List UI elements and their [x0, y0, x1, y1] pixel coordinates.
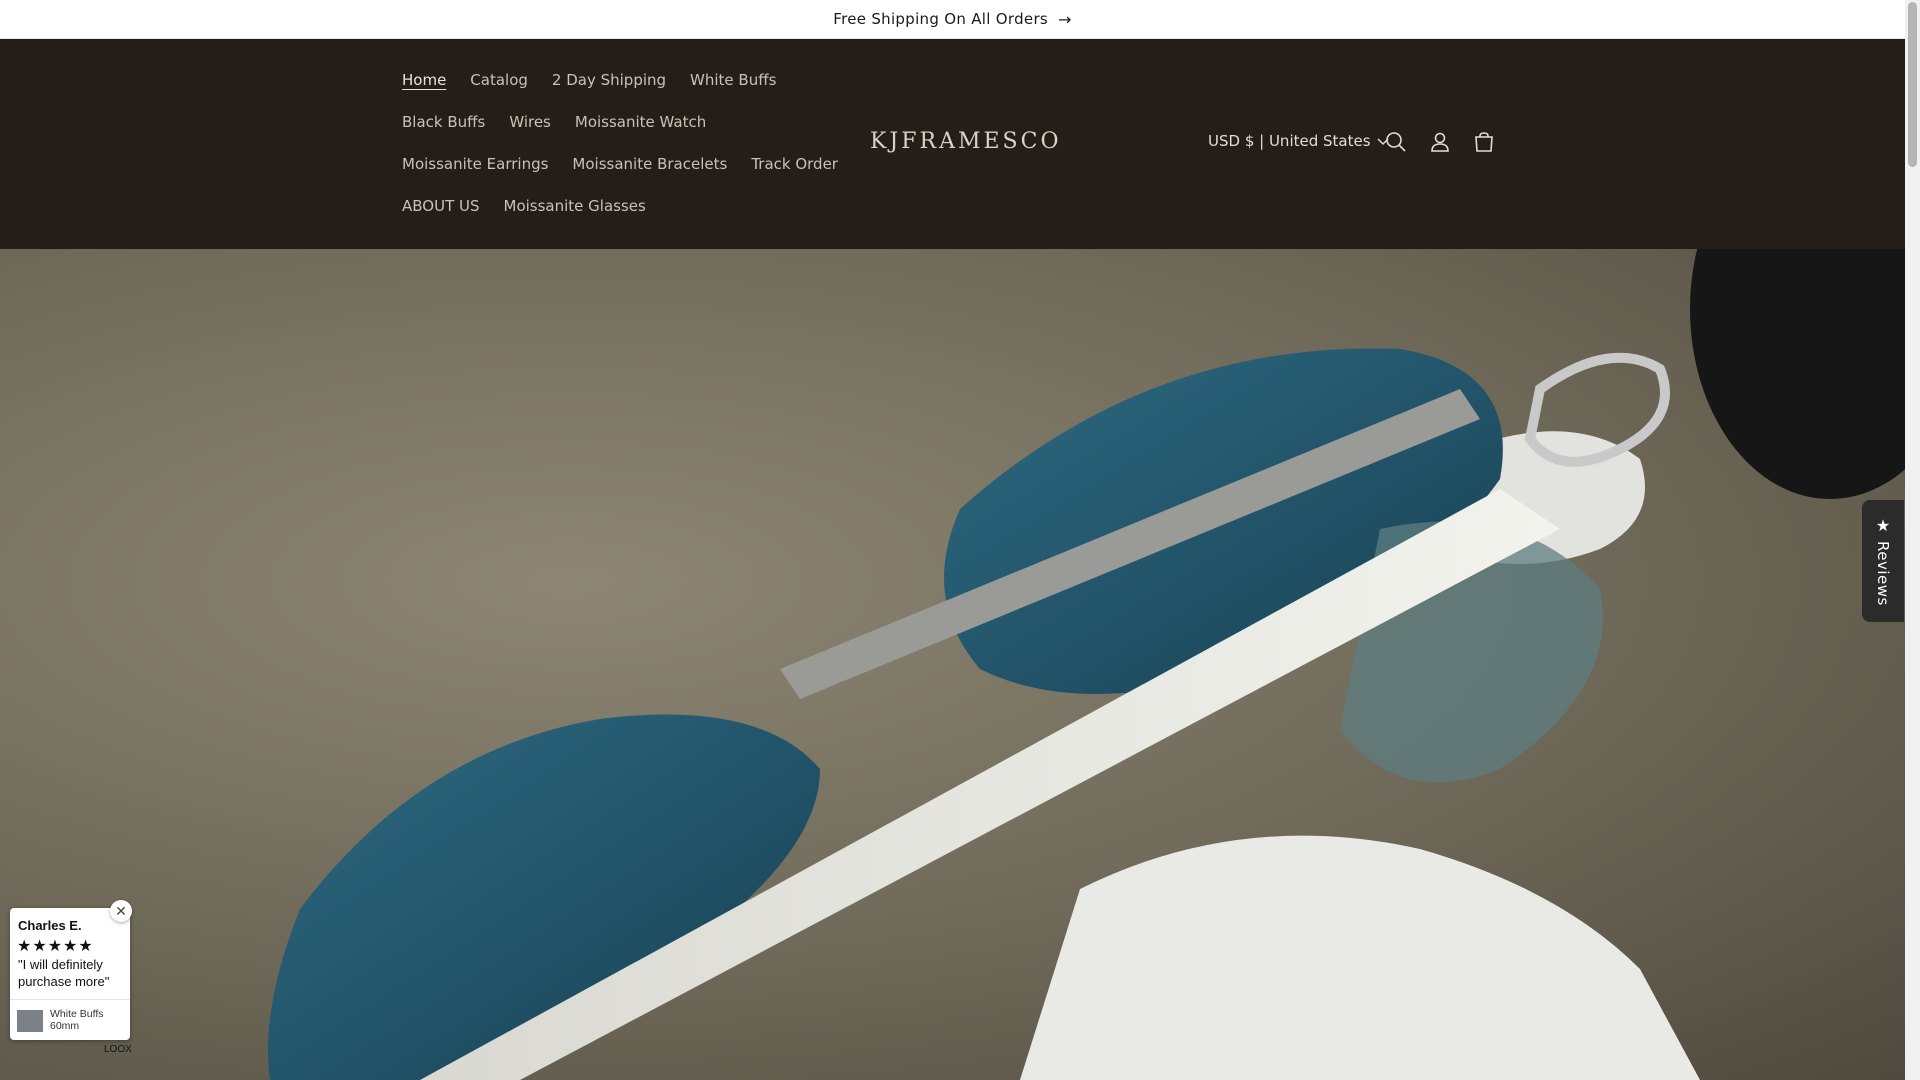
close-icon[interactable]: ✕	[110, 900, 132, 922]
product-name-line2: 60mm	[50, 1020, 80, 1032]
nav-home[interactable]: Home	[402, 59, 446, 101]
nav-white-buffs[interactable]: White Buffs	[690, 59, 776, 101]
nav-moissanite-glasses[interactable]: Moissanite Glasses	[504, 185, 646, 227]
review-popup[interactable]: ✕ Charles E. ★★★★★ "I will definitely pu…	[10, 900, 132, 1041]
reviews-tab-label: Reviews	[1874, 541, 1892, 606]
product-name: White Buffs 60mm	[50, 1008, 104, 1032]
nav-about-us[interactable]: ABOUT US	[402, 185, 480, 227]
site-logo[interactable]: KJFRAMESCO	[870, 129, 1062, 154]
site-header: Home Catalog 2 Day Shipping White Buffs …	[0, 39, 1905, 249]
nav-2-day-shipping[interactable]: 2 Day Shipping	[552, 59, 666, 101]
account-icon[interactable]	[1427, 129, 1453, 155]
cart-icon[interactable]	[1471, 129, 1497, 155]
nav-wires[interactable]: Wires	[509, 101, 551, 143]
nav-moissanite-watch[interactable]: Moissanite Watch	[575, 101, 706, 143]
hero-image	[0, 249, 1905, 1080]
nav-moissanite-bracelets[interactable]: Moissanite Bracelets	[572, 143, 727, 185]
reviews-tab[interactable]: ★ Reviews	[1862, 500, 1904, 622]
reviewed-product[interactable]: White Buffs 60mm	[10, 999, 130, 1041]
product-name-line1: White Buffs	[50, 1008, 104, 1020]
review-quote: "I will definitely purchase more"	[18, 957, 110, 989]
announcement-text[interactable]: Free Shipping On All Orders	[833, 10, 1048, 28]
loox-brand: LOOX	[104, 1044, 132, 1055]
arrow-right-icon: →	[1058, 9, 1072, 29]
search-icon[interactable]	[1383, 129, 1409, 155]
reviewer-name: Charles E.	[18, 918, 82, 933]
nav-moissanite-earrings[interactable]: Moissanite Earrings	[402, 143, 548, 185]
hero-glasses-photo	[268, 249, 1905, 1080]
nav-catalog[interactable]: Catalog	[470, 59, 528, 101]
announcement-bar[interactable]: Free Shipping On All Orders →	[0, 0, 1905, 39]
nav-black-buffs[interactable]: Black Buffs	[402, 101, 485, 143]
nav-track-order[interactable]: Track Order	[751, 143, 838, 185]
header-icons	[1383, 129, 1497, 155]
product-thumbnail	[17, 1010, 43, 1032]
star-icon: ★	[1875, 516, 1891, 536]
main-nav: Home Catalog 2 Day Shipping White Buffs …	[402, 59, 838, 227]
page-scrollbar[interactable]	[1905, 0, 1920, 1080]
currency-selector[interactable]: USD $ | United States	[1208, 132, 1389, 150]
currency-label: USD $ | United States	[1208, 132, 1371, 150]
star-rating: ★★★★★	[17, 938, 94, 955]
scrollbar-thumb[interactable]	[1908, 2, 1917, 167]
